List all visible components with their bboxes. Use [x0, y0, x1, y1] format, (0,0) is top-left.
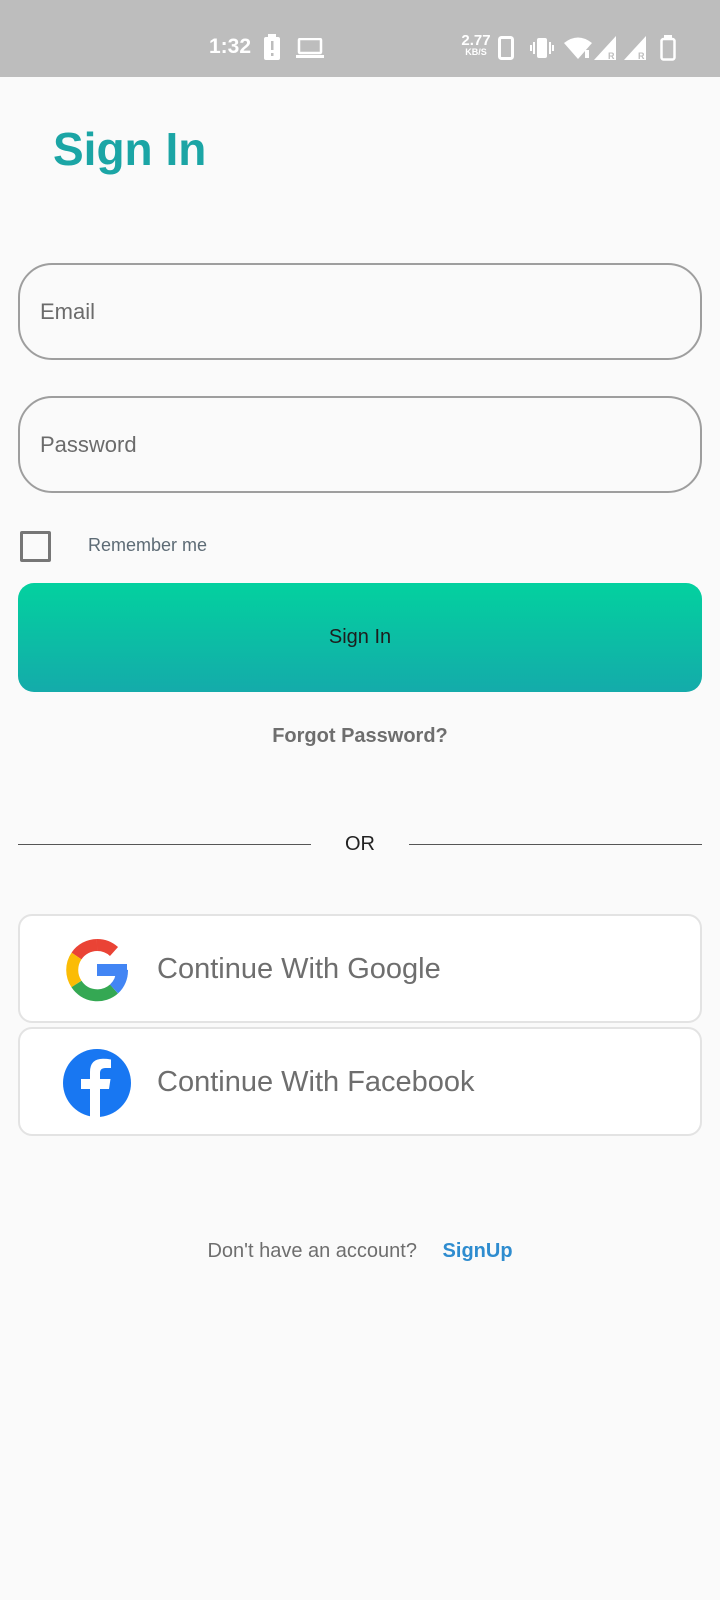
signal-icon-2: R	[624, 36, 650, 65]
signup-prompt: Don't have an account?	[207, 1240, 417, 1262]
status-bar: 1:32 2.77 KB/S R R	[0, 0, 720, 77]
continue-with-google-button[interactable]: Continue With Google	[18, 914, 702, 1023]
svg-text:R: R	[638, 51, 645, 60]
network-speed-value: 2.77	[461, 32, 491, 49]
google-button-label: Continue With Google	[157, 953, 441, 985]
page-title: Sign In	[53, 123, 207, 175]
network-speed-unit: KB/S	[465, 47, 487, 57]
remember-me-checkbox[interactable]	[20, 531, 51, 562]
password-field[interactable]	[20, 398, 700, 491]
phone-icon	[498, 36, 514, 65]
divider-line-left	[18, 844, 311, 845]
email-field-container	[18, 263, 702, 360]
email-field[interactable]	[20, 265, 700, 358]
signup-link[interactable]: SignUp	[443, 1240, 513, 1262]
status-time: 1:32	[209, 35, 252, 58]
google-icon	[62, 935, 132, 1005]
sign-in-button[interactable]: Sign In	[18, 583, 702, 692]
signup-row: Don't have an account? SignUp	[0, 1240, 720, 1263]
network-speed: 2.77 KB/S	[458, 33, 494, 57]
wifi-icon	[564, 37, 592, 64]
facebook-icon	[62, 1048, 132, 1118]
svg-text:R: R	[608, 51, 615, 60]
battery-alert-icon	[264, 34, 280, 65]
divider-line-right	[409, 844, 702, 845]
signal-icon-1: R	[594, 36, 620, 65]
laptop-icon	[296, 37, 324, 63]
divider-or-label: OR	[345, 833, 375, 855]
vibrate-icon	[530, 37, 554, 64]
continue-with-facebook-button[interactable]: Continue With Facebook	[18, 1027, 702, 1136]
remember-me-label[interactable]: Remember me	[88, 535, 207, 556]
password-field-container	[18, 396, 702, 493]
forgot-password-link[interactable]: Forgot Password?	[0, 725, 720, 748]
facebook-button-label: Continue With Facebook	[157, 1066, 475, 1098]
battery-icon	[660, 35, 676, 66]
